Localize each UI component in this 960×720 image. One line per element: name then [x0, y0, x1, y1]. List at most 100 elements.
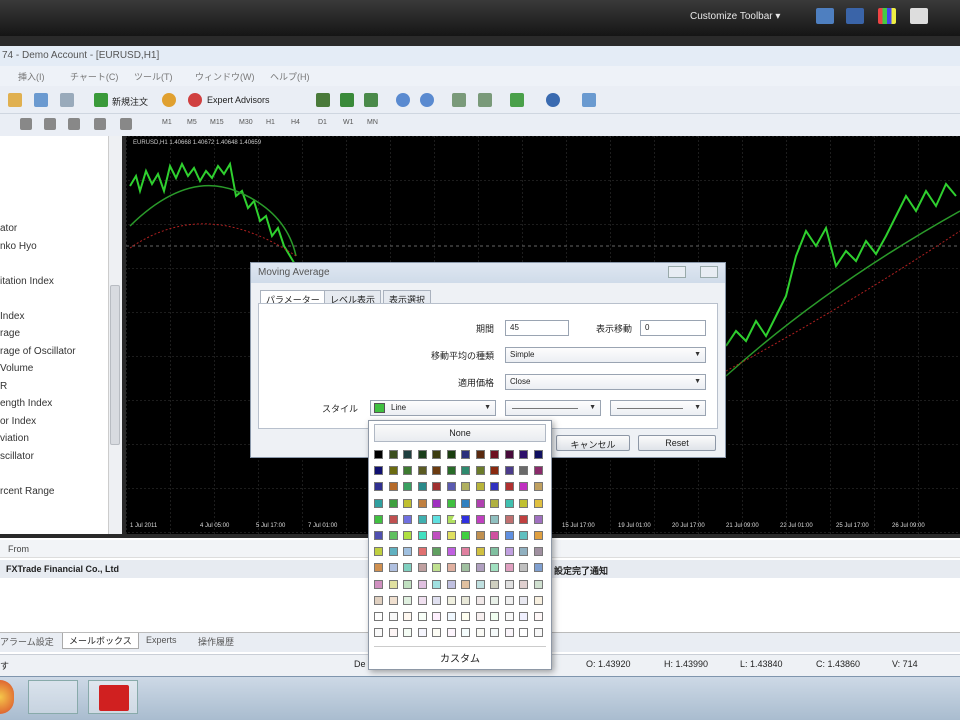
- color-swatch[interactable]: [504, 450, 514, 459]
- crosshair-icon[interactable]: [20, 118, 32, 130]
- color-swatch[interactable]: [417, 466, 427, 476]
- color-swatch[interactable]: [490, 612, 499, 621]
- color-swatch[interactable]: [533, 482, 543, 492]
- color-swatch[interactable]: [533, 514, 543, 524]
- tab-journal[interactable]: 操作履歴: [198, 635, 234, 648]
- navigator-scroll-thumb[interactable]: [110, 285, 120, 445]
- color-swatch[interactable]: [533, 563, 543, 573]
- system-tray[interactable]: [796, 690, 936, 706]
- color-swatch[interactable]: [432, 563, 441, 573]
- tile-windows-icon[interactable]: [452, 93, 466, 107]
- color-swatch[interactable]: [417, 563, 427, 573]
- color-swatch[interactable]: [533, 450, 543, 459]
- nav-item[interactable]: ength Index: [0, 398, 52, 409]
- color-swatch[interactable]: [533, 498, 543, 508]
- color-swatch[interactable]: [490, 514, 499, 524]
- color-swatch[interactable]: [432, 498, 441, 508]
- indicators-icon[interactable]: [510, 93, 524, 107]
- color-swatch[interactable]: [490, 547, 499, 557]
- color-swatch[interactable]: [374, 563, 383, 573]
- color-swatch[interactable]: [403, 628, 412, 638]
- color-swatch[interactable]: [504, 482, 514, 492]
- color-swatch[interactable]: [417, 450, 427, 459]
- line-width-select[interactable]: ▼: [610, 400, 706, 416]
- apply-to-select[interactable]: Close ▼: [505, 374, 706, 390]
- color-swatch[interactable]: [417, 628, 427, 638]
- tab-mailbox[interactable]: メールボックス: [62, 633, 139, 649]
- color-swatch[interactable]: [475, 595, 485, 605]
- color-swatch[interactable]: [417, 531, 427, 540]
- customize-toolbar-button[interactable]: Customize Toolbar ▾: [690, 11, 780, 22]
- color-swatch[interactable]: [490, 563, 499, 573]
- color-swatch[interactable]: [504, 547, 514, 557]
- color-select[interactable]: Line ▼: [370, 400, 496, 416]
- menu-help[interactable]: ヘルプ(H): [270, 70, 310, 83]
- color-swatch[interactable]: [417, 482, 427, 492]
- color-swatch[interactable]: [403, 547, 412, 557]
- color-swatch[interactable]: [504, 531, 514, 540]
- nav-item[interactable]: nko Hyo: [0, 241, 37, 252]
- color-swatch[interactable]: [533, 612, 543, 621]
- color-swatch[interactable]: [417, 547, 427, 557]
- color-swatch[interactable]: [446, 595, 456, 605]
- color-swatch[interactable]: [446, 547, 456, 557]
- color-swatch[interactable]: [374, 482, 383, 492]
- color-swatch[interactable]: [519, 579, 528, 589]
- color-swatch[interactable]: [446, 482, 456, 492]
- color-swatch[interactable]: [504, 595, 514, 605]
- color-swatch[interactable]: [446, 498, 456, 508]
- period-input[interactable]: 45: [505, 320, 569, 336]
- timeframe-m15[interactable]: M15: [210, 119, 224, 126]
- candlestick-icon[interactable]: [340, 93, 354, 107]
- nav-item[interactable]: R: [0, 381, 7, 392]
- menu-window[interactable]: ウィンドウ(W): [195, 70, 255, 83]
- color-swatch[interactable]: [461, 547, 470, 557]
- color-swatch[interactable]: [403, 482, 412, 492]
- expert-advisors-icon[interactable]: [188, 93, 202, 107]
- color-swatch[interactable]: [461, 531, 470, 540]
- color-swatch[interactable]: [519, 498, 528, 508]
- timeframe-d1[interactable]: D1: [318, 119, 327, 126]
- taskbar-app-explorer-icon[interactable]: [28, 680, 78, 714]
- color-swatch[interactable]: [519, 482, 528, 492]
- color-swatch[interactable]: [388, 563, 398, 573]
- color-swatch[interactable]: [446, 466, 456, 476]
- nav-item[interactable]: ator: [0, 223, 17, 234]
- reset-button[interactable]: Reset: [638, 435, 716, 451]
- timeframe-h1[interactable]: H1: [266, 119, 275, 126]
- color-swatch[interactable]: [374, 547, 383, 557]
- color-swatch[interactable]: [374, 531, 383, 540]
- color-swatch[interactable]: [504, 466, 514, 476]
- color-swatch[interactable]: [388, 531, 398, 540]
- menu-tools[interactable]: ツール(T): [134, 70, 173, 83]
- color-swatch[interactable]: [490, 595, 499, 605]
- nav-item[interactable]: or Index: [0, 416, 36, 427]
- color-swatch[interactable]: [475, 579, 485, 589]
- color-swatch[interactable]: [475, 612, 485, 621]
- color-swatch[interactable]: [432, 612, 441, 621]
- color-swatch[interactable]: [403, 466, 412, 476]
- color-swatch[interactable]: [504, 612, 514, 621]
- color-swatch[interactable]: [446, 531, 456, 540]
- color-swatch[interactable]: [461, 612, 470, 621]
- color-swatch[interactable]: [417, 612, 427, 621]
- color-swatch[interactable]: [475, 450, 485, 459]
- color-swatch[interactable]: [504, 563, 514, 573]
- tab-experts[interactable]: Experts: [146, 635, 177, 645]
- color-swatch[interactable]: [475, 547, 485, 557]
- timeframe-h4[interactable]: H4: [291, 119, 300, 126]
- color-swatch[interactable]: [519, 531, 528, 540]
- color-swatch[interactable]: [388, 612, 398, 621]
- color-swatch[interactable]: [403, 450, 412, 459]
- nav-item[interactable]: scillator: [0, 451, 34, 462]
- color-swatch[interactable]: [432, 579, 441, 589]
- color-swatch[interactable]: [417, 498, 427, 508]
- color-swatch[interactable]: [432, 466, 441, 476]
- color-swatch[interactable]: [490, 531, 499, 540]
- color-swatch[interactable]: [446, 612, 456, 621]
- color-swatch[interactable]: [461, 579, 470, 589]
- zoom-out-icon[interactable]: [420, 93, 434, 107]
- color-swatch[interactable]: [533, 531, 543, 540]
- nav-item[interactable]: Index: [0, 311, 24, 322]
- color-swatch[interactable]: [504, 514, 514, 524]
